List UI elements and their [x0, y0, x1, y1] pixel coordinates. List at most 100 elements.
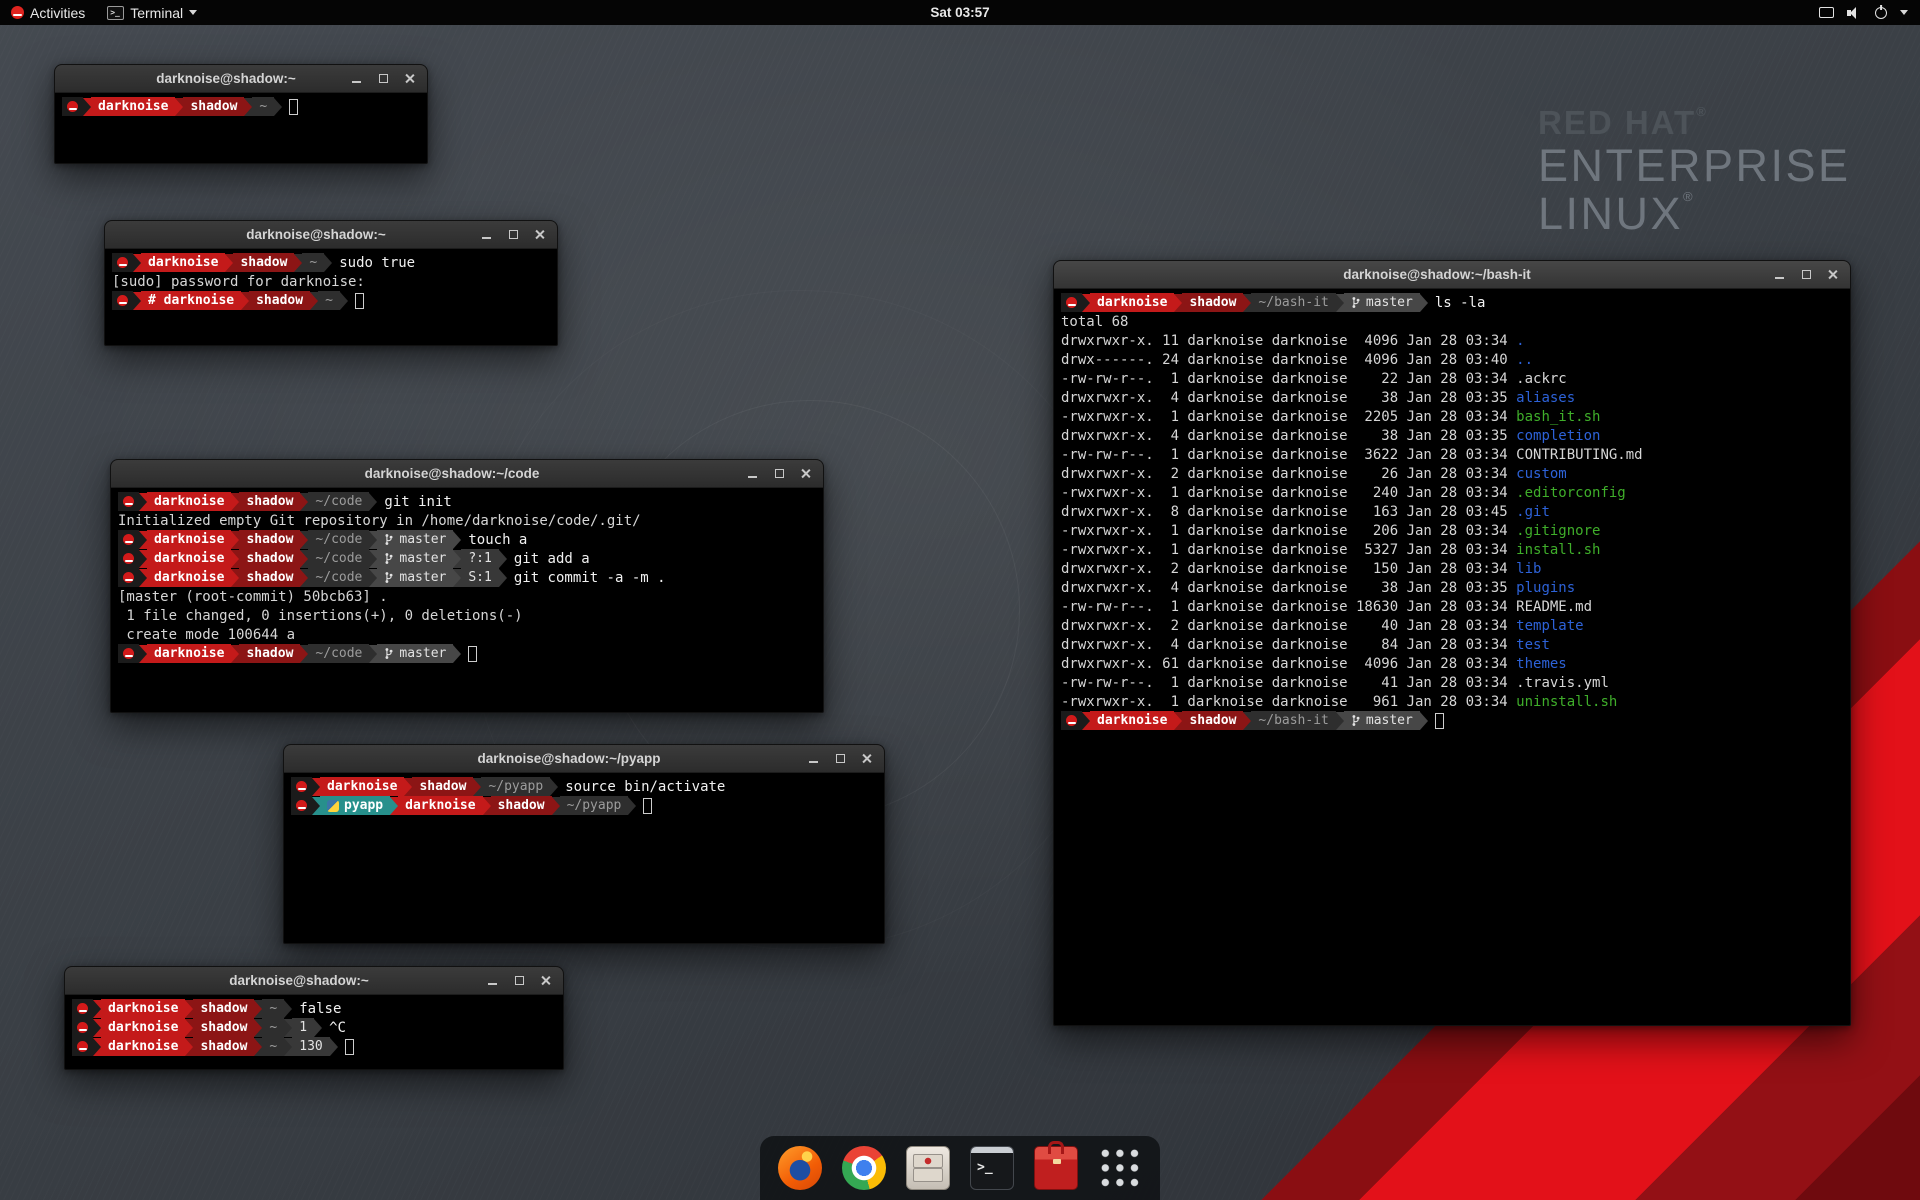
- terminal-body[interactable]: darknoiseshadow~/pyappsource bin/activat…: [284, 773, 884, 819]
- redhat-icon: [77, 1041, 88, 1052]
- redhat-icon: [123, 496, 134, 507]
- terminal-dock-button[interactable]: [968, 1144, 1016, 1192]
- window-titlebar[interactable]: darknoise@shadow:~: [105, 221, 557, 249]
- powerline-separator: [139, 569, 147, 587]
- redhat-icon: [1066, 297, 1077, 308]
- chevron-down-icon: [1900, 10, 1908, 15]
- window-titlebar[interactable]: darknoise@shadow:~/pyapp: [284, 745, 884, 773]
- system-status-area[interactable]: [1807, 0, 1920, 25]
- terminal-line: -rwxrwxr-x. 1 darknoise darknoise 240 Ja…: [1061, 483, 1843, 502]
- terminal-text: .ackrc: [1516, 371, 1567, 387]
- prompt-segment-user: darknoise: [1090, 711, 1174, 730]
- files-dock-button[interactable]: [904, 1144, 952, 1192]
- minimize-button[interactable]: [805, 751, 821, 767]
- window-titlebar[interactable]: darknoise@shadow:~: [55, 65, 427, 93]
- terminal-line: -rw-rw-r--. 1 darknoise darknoise 3622 J…: [1061, 445, 1843, 464]
- maximize-button[interactable]: [832, 751, 848, 767]
- app-menu[interactable]: Terminal: [96, 0, 208, 25]
- minimize-button[interactable]: [1771, 267, 1787, 283]
- terminal-text: .git: [1516, 504, 1550, 520]
- terminal-text: git commit -a -m .: [514, 570, 666, 586]
- activities-button[interactable]: Activities: [0, 0, 96, 25]
- app-grid-dock-button[interactable]: [1096, 1144, 1144, 1192]
- powerline-separator: [254, 1038, 262, 1056]
- prompt-segment-path: ~/pyapp: [560, 796, 629, 815]
- powerline-separator: [1336, 712, 1344, 730]
- maximize-button[interactable]: [505, 227, 521, 243]
- powerline-separator: [139, 645, 147, 663]
- terminal-text: template: [1516, 618, 1583, 634]
- terminal-line: [sudo] password for darknoise:: [112, 272, 550, 291]
- powerline-separator: [453, 550, 461, 568]
- terminal-text: touch a: [468, 532, 527, 548]
- prompt-segment-git: master: [1344, 711, 1420, 730]
- powerline-separator: [1082, 294, 1090, 312]
- terminal-text: install.sh: [1516, 542, 1600, 558]
- maximize-button[interactable]: [1798, 267, 1814, 283]
- powerline-separator: [300, 645, 308, 663]
- prompt-segment-host: shadow: [193, 1018, 254, 1037]
- close-button[interactable]: [538, 973, 554, 989]
- maximize-button[interactable]: [511, 973, 527, 989]
- terminal-text: -rw-rw-r--. 1 darknoise darknoise 41 Jan…: [1061, 675, 1516, 691]
- powerline-separator: [499, 569, 507, 587]
- toolbox-dock-button[interactable]: [1032, 1144, 1080, 1192]
- close-button[interactable]: [402, 71, 418, 87]
- close-button[interactable]: [798, 466, 814, 482]
- terminal-line: drwxrwxr-x. 4 darknoise darknoise 38 Jan…: [1061, 578, 1843, 597]
- terminal-text: drwxrwxr-x. 61 darknoise darknoise 4096 …: [1061, 656, 1516, 672]
- terminal-body[interactable]: darknoiseshadow~: [55, 93, 427, 120]
- prompt-segment-user: darknoise: [101, 1018, 185, 1037]
- prompt-segment-os: [118, 530, 139, 549]
- window-titlebar[interactable]: darknoise@shadow:~/bash-it: [1054, 261, 1850, 289]
- git-branch-icon: [384, 552, 394, 565]
- powerline-separator: [231, 645, 239, 663]
- close-button[interactable]: [532, 227, 548, 243]
- terminal-line: create mode 100644 a: [118, 625, 816, 644]
- terminal-text: sudo true: [339, 255, 415, 271]
- terminal-body[interactable]: darknoiseshadow~/codegit initInitialized…: [111, 488, 823, 667]
- toolbox-icon: [1034, 1146, 1078, 1190]
- window-titlebar[interactable]: darknoise@shadow:~: [65, 967, 563, 995]
- terminal-body[interactable]: darknoiseshadow~falsedarknoiseshadow~1^C…: [65, 995, 563, 1060]
- chevron-down-icon: [189, 10, 197, 15]
- volume-icon: [1847, 6, 1862, 19]
- terminal-text: -rwxrwxr-x. 1 darknoise darknoise 240 Ja…: [1061, 485, 1516, 501]
- maximize-button[interactable]: [375, 71, 391, 87]
- prompt-segment-host: shadow: [249, 291, 310, 310]
- close-button[interactable]: [1825, 267, 1841, 283]
- firefox-dock-button[interactable]: [776, 1144, 824, 1192]
- minimize-button[interactable]: [348, 71, 364, 87]
- minimize-button[interactable]: [484, 973, 500, 989]
- powerline-separator: [1243, 712, 1251, 730]
- prompt-segment-git2: ?:1: [461, 549, 498, 568]
- terminal-text: -rwxrwxr-x. 1 darknoise darknoise 2205 J…: [1061, 409, 1516, 425]
- terminal-line: -rwxrwxr-x. 1 darknoise darknoise 2205 J…: [1061, 407, 1843, 426]
- powerline-separator: [312, 778, 320, 796]
- powerline-separator: [330, 1038, 338, 1056]
- minimize-button[interactable]: [478, 227, 494, 243]
- prompt-segment-status: 130: [292, 1037, 329, 1056]
- clock[interactable]: Sat 03:57: [930, 5, 989, 20]
- powerline-separator: [254, 1019, 262, 1037]
- terminal-text: lib: [1516, 561, 1541, 577]
- terminal-line: -rwxrwxr-x. 1 darknoise darknoise 961 Ja…: [1061, 692, 1843, 711]
- terminal-line: darknoiseshadow~/codemasterS:1git commit…: [118, 568, 816, 587]
- terminal-body[interactable]: darknoiseshadow~sudo true[sudo] password…: [105, 249, 557, 314]
- terminal-cursor: [468, 646, 477, 662]
- minimize-button[interactable]: [744, 466, 760, 482]
- close-button[interactable]: [859, 751, 875, 767]
- powerline-separator: [284, 1000, 292, 1018]
- terminal-app-icon: [107, 6, 124, 20]
- terminal-text: plugins: [1516, 580, 1575, 596]
- maximize-button[interactable]: [771, 466, 787, 482]
- terminal-text: source bin/activate: [565, 779, 725, 795]
- activities-label: Activities: [30, 5, 85, 21]
- terminal-body[interactable]: darknoiseshadow~/bash-itmasterls -latota…: [1054, 289, 1850, 734]
- terminal-line: darknoiseshadow~sudo true: [112, 253, 550, 272]
- prompt-segment-path: ~: [302, 253, 324, 272]
- chrome-dock-button[interactable]: [840, 1144, 888, 1192]
- window-titlebar[interactable]: darknoise@shadow:~/code: [111, 460, 823, 488]
- prompt-segment-path: ~/code: [308, 549, 369, 568]
- redhat-icon: [296, 781, 307, 792]
